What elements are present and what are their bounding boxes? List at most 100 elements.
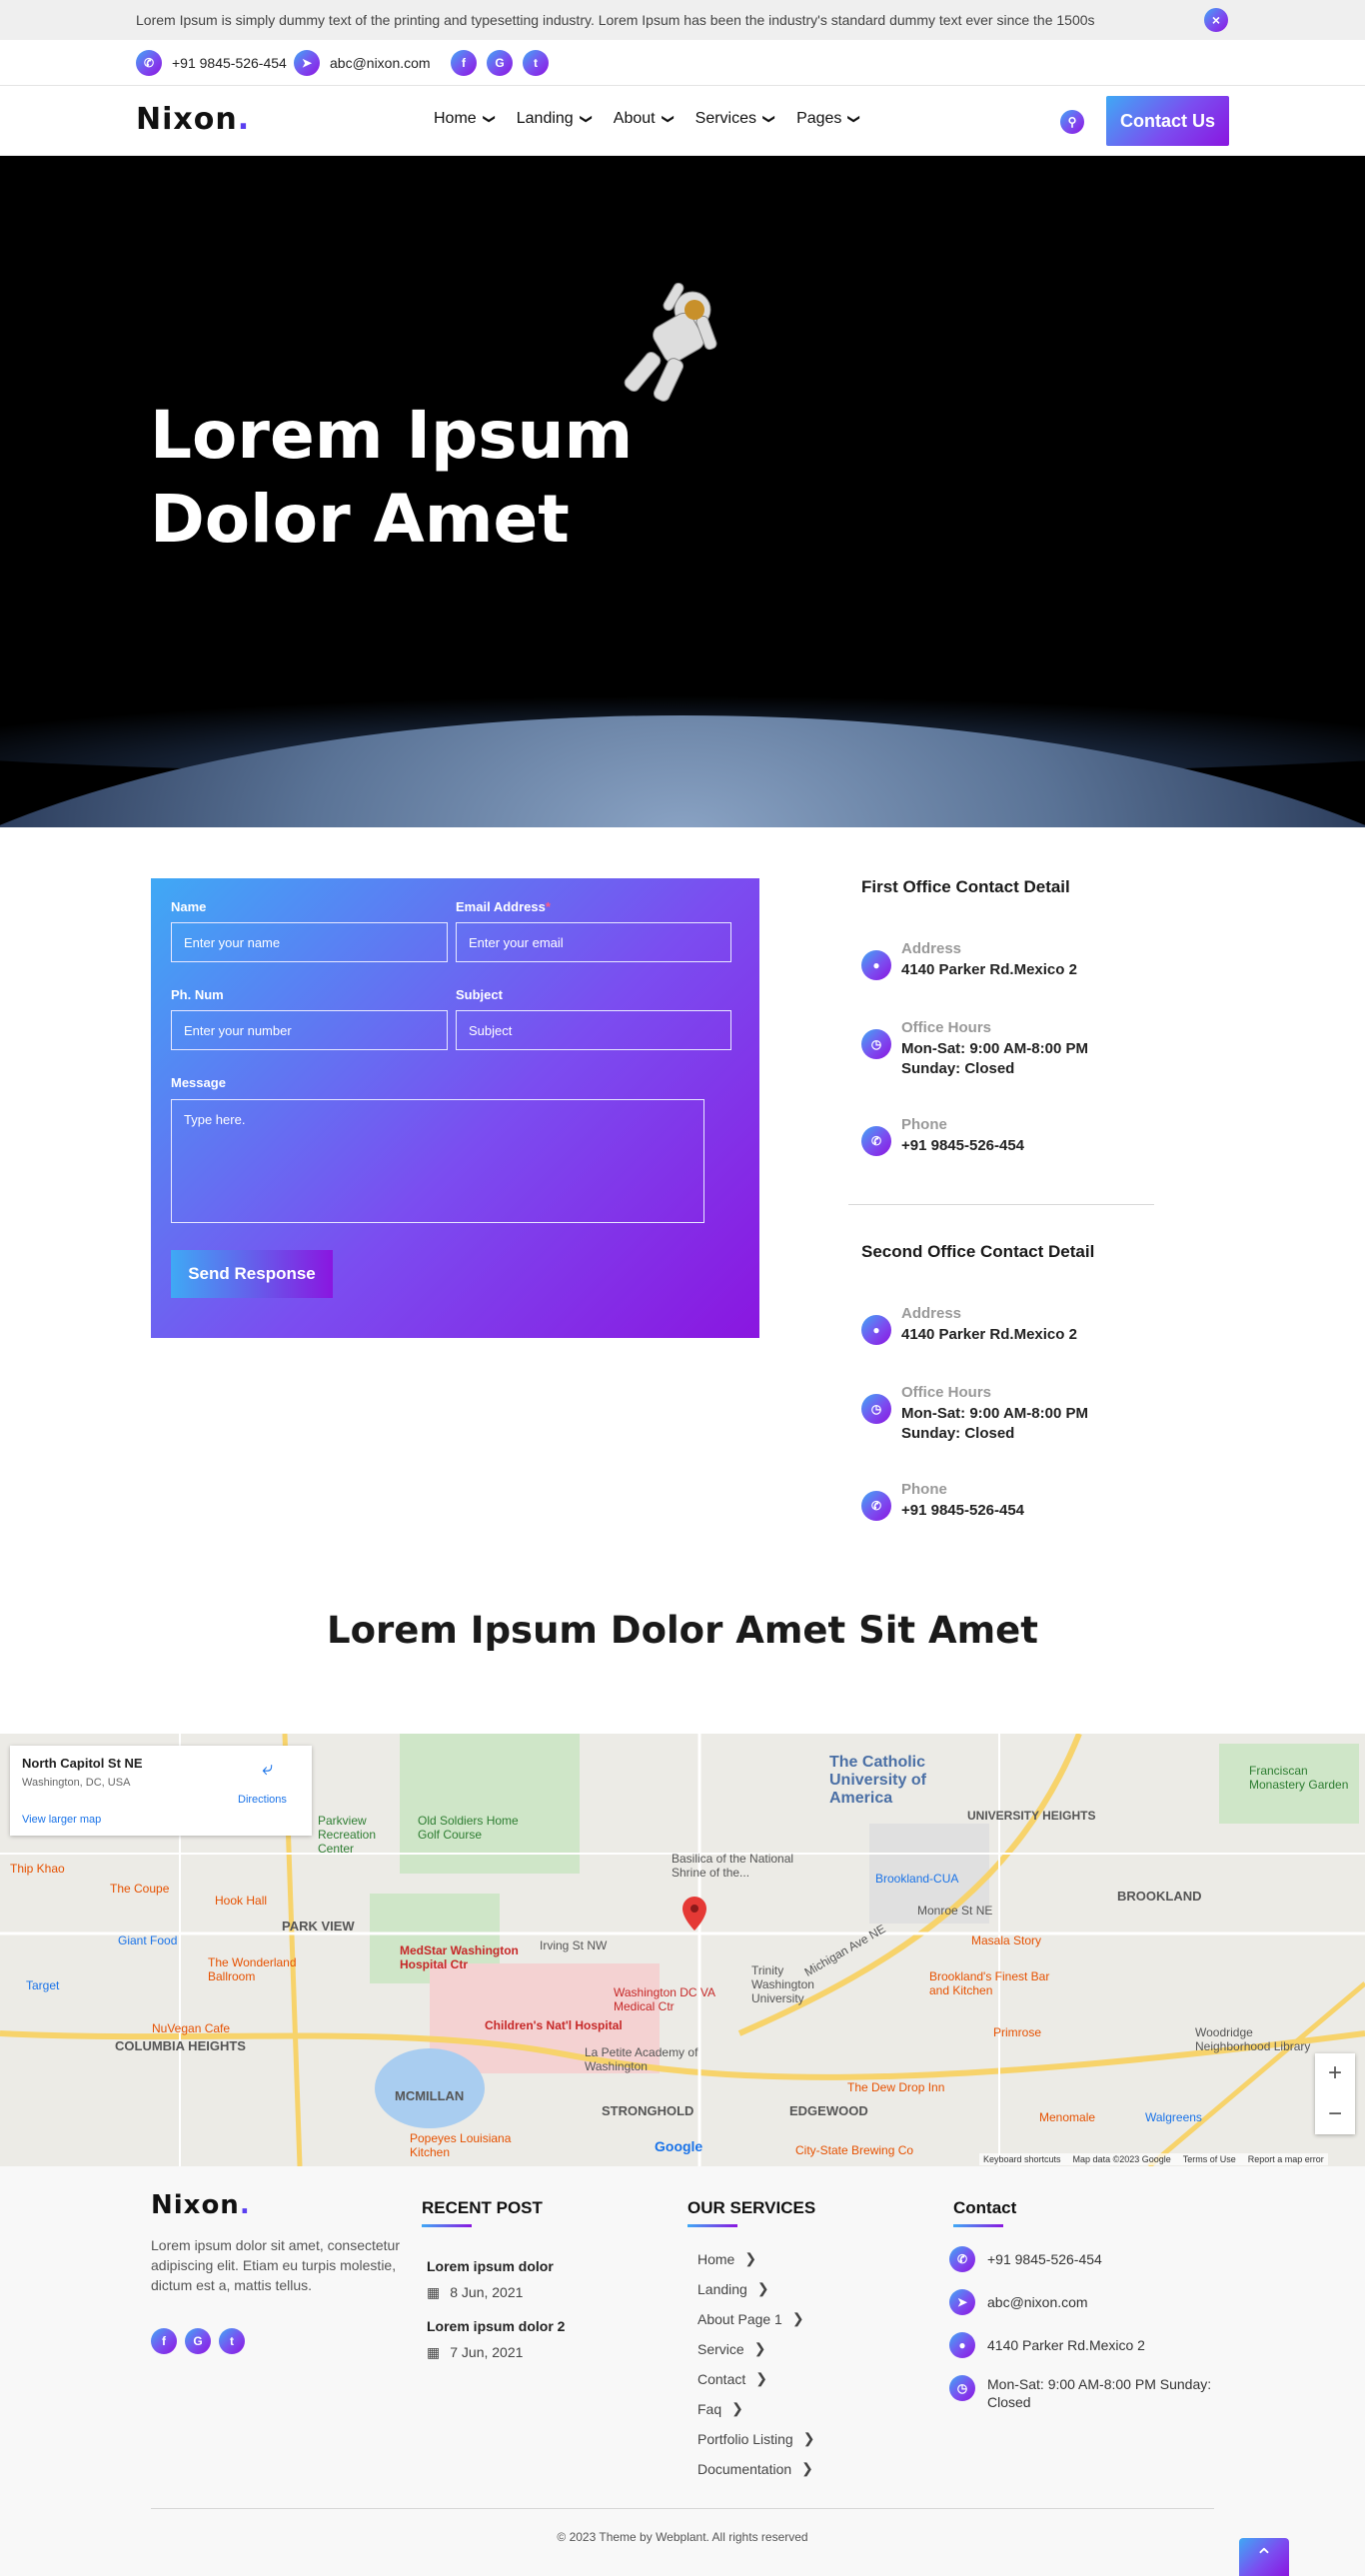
footer-email[interactable]: ➤ abc@nixon.com — [949, 2289, 1088, 2315]
footer-address: ● 4140 Parker Rd.Mexico 2 — [949, 2332, 1145, 2358]
view-larger-map-link[interactable]: View larger map — [22, 1814, 101, 1826]
hero-title: Lorem Ipsum Dolor Amet — [150, 397, 634, 558]
strip-phone[interactable]: ✆ +91 9845-526-454 — [136, 50, 287, 76]
office-hours: ◷ Office Hours Mon-Sat: 9:00 AM-8:00 PM Su… — [861, 1017, 1088, 1079]
nav-item-about[interactable]: About ❯ — [614, 110, 676, 128]
clock-icon: ◷ — [949, 2375, 975, 2401]
contact-heading: Contact — [953, 2198, 1016, 2227]
location-icon: ● — [949, 2332, 975, 2358]
phone-icon: ✆ — [136, 50, 162, 76]
subject-label: Subject — [456, 987, 503, 1002]
message-label: Message — [171, 1075, 226, 1090]
directions-icon[interactable]: ⤶ — [262, 1758, 273, 1781]
location-icon: ● — [861, 1315, 891, 1345]
calendar-icon: ▦ — [427, 2344, 441, 2360]
chevron-up-icon: ⌃ — [1254, 2544, 1274, 2569]
footer-divider — [151, 2508, 1214, 2509]
contact-us-button[interactable]: Contact Us — [1106, 96, 1229, 146]
hero: Lorem Ipsum Dolor Amet — [0, 156, 1365, 827]
announcement-text: Lorem Ipsum is simply dummy text of the … — [136, 12, 1095, 28]
facebook-icon[interactable]: f — [151, 2328, 177, 2354]
office-address: ● Address 4140 Parker Rd.Mexico 2 — [861, 1303, 1077, 1345]
telegram-icon: ➤ — [949, 2289, 975, 2315]
footer-link-documentation[interactable]: Documentation ❯ — [697, 2460, 813, 2477]
google-map[interactable]: North Capitol St NE Washington, DC, USA … — [0, 1734, 1365, 2166]
calendar-icon: ▦ — [427, 2284, 441, 2300]
footer-link-home[interactable]: Home ❯ — [697, 2250, 756, 2267]
close-icon[interactable]: × — [1204, 8, 1228, 32]
google-icon[interactable]: G — [185, 2328, 211, 2354]
copyright: © 2023 Theme by Webplant. All rights res… — [557, 2530, 808, 2544]
strip-email[interactable]: ➤ abc@nixon.com — [294, 50, 431, 76]
our-services-heading: OUR SERVICES — [687, 2198, 815, 2227]
office-title: First Office Contact Detail — [861, 877, 1070, 896]
chevron-right-icon: ❯ — [744, 2250, 757, 2266]
telegram-icon: ➤ — [294, 50, 320, 76]
back-to-top-button[interactable]: ⌃ — [1239, 2538, 1289, 2576]
chevron-down-icon: ❯ — [482, 113, 497, 125]
footer-hours: ◷ Mon-Sat: 9:00 AM-8:00 PM Sunday: Closed — [949, 2375, 1219, 2411]
chevron-right-icon: ❯ — [731, 2400, 743, 2416]
chevron-right-icon: ❯ — [753, 2340, 766, 2356]
footer-social: f G t — [151, 2328, 245, 2354]
nav-item-home[interactable]: Home ❯ — [434, 110, 497, 128]
section-title: Lorem Ipsum Dolor Amet Sit Amet — [327, 1609, 1038, 1652]
map-attribution: Keyboard shortcuts Map data ©2023 Google… — [979, 2153, 1328, 2165]
footer-link-contact[interactable]: Contact ❯ — [697, 2370, 767, 2387]
send-response-button[interactable]: Send Response — [171, 1250, 333, 1298]
chevron-down-icon: ❯ — [847, 113, 862, 125]
strip-social: f G t — [451, 50, 549, 76]
contact-form: Name Enter your name Email Address* Ente… — [151, 878, 759, 1338]
google-logo: Google — [655, 2138, 703, 2154]
chevron-right-icon: ❯ — [801, 2460, 813, 2476]
chevron-down-icon: ❯ — [579, 113, 594, 125]
phone-input[interactable]: Enter your number — [171, 1010, 448, 1050]
nav-item-pages[interactable]: Pages ❯ — [796, 110, 862, 128]
search-icon[interactable]: ⚲ — [1060, 110, 1084, 134]
recent-post-item[interactable]: Lorem ipsum dolor 2 ▦ 7 Jun, 2021 — [427, 2316, 565, 2362]
office-title: Second Office Contact Detail — [861, 1242, 1095, 1261]
clock-icon: ◷ — [861, 1394, 891, 1424]
phone-label: Ph. Num — [171, 987, 224, 1002]
email-label: Email Address* — [456, 899, 551, 914]
footer — [0, 2166, 1365, 2576]
logo[interactable]: Nixon. — [136, 102, 250, 137]
facebook-icon[interactable]: f — [451, 50, 477, 76]
office-address: ● Address 4140 Parker Rd.Mexico 2 — [861, 938, 1077, 980]
footer-logo[interactable]: Nixon. — [151, 2190, 251, 2220]
office-hours: ◷ Office Hours Mon-Sat: 9:00 AM-8:00 PM Su… — [861, 1382, 1088, 1444]
footer-phone[interactable]: ✆ +91 9845-526-454 — [949, 2246, 1102, 2272]
name-label: Name — [171, 899, 207, 914]
nav-item-landing[interactable]: Landing ❯ — [517, 110, 594, 128]
chevron-right-icon: ❯ — [756, 2280, 769, 2296]
footer-link-about[interactable]: About Page 1 ❯ — [697, 2310, 804, 2327]
main-nav: Nixon. Home ❯ Landing ❯ About ❯ Services ❯ P… — [0, 86, 1365, 156]
name-input[interactable]: Enter your name — [171, 922, 448, 962]
contact-strip: ✆ +91 9845-526-454 ➤ abc@nixon.com f G t — [0, 40, 1365, 86]
google-icon[interactable]: G — [487, 50, 513, 76]
nav-item-services[interactable]: Services ❯ — [695, 110, 777, 128]
footer-link-faq[interactable]: Faq ❯ — [697, 2400, 743, 2417]
office-phone: ✆ Phone +91 9845-526-454 — [861, 1114, 1024, 1156]
chevron-right-icon: ❯ — [802, 2430, 815, 2446]
directions-link[interactable]: Directions — [238, 1794, 287, 1806]
message-textarea[interactable]: Type here. — [171, 1099, 704, 1223]
footer-link-service[interactable]: Service ❯ — [697, 2340, 765, 2357]
footer-link-portfolio[interactable]: Portfolio Listing ❯ — [697, 2430, 814, 2447]
footer-about: Lorem ipsum dolor sit amet, consectetur … — [151, 2237, 400, 2293]
chevron-right-icon: ❯ — [791, 2310, 804, 2326]
clock-icon: ◷ — [861, 1029, 891, 1059]
zoom-out-icon[interactable]: − — [1328, 2100, 1342, 2128]
announcement-bar: Lorem Ipsum is simply dummy text of the … — [0, 0, 1365, 40]
twitter-icon[interactable]: t — [523, 50, 549, 76]
recent-post-item[interactable]: Lorem ipsum dolor ▦ 8 Jun, 2021 — [427, 2256, 554, 2302]
footer-link-landing[interactable]: Landing ❯ — [697, 2280, 769, 2297]
phone-icon: ✆ — [861, 1126, 891, 1156]
zoom-in-icon[interactable]: + — [1328, 2059, 1342, 2087]
twitter-icon[interactable]: t — [219, 2328, 245, 2354]
subject-input[interactable]: Subject — [456, 1010, 731, 1050]
chevron-down-icon: ❯ — [762, 113, 777, 125]
chevron-down-icon: ❯ — [661, 113, 676, 125]
map-place-card: North Capitol St NE Washington, DC, USA … — [10, 1746, 312, 1836]
email-input[interactable]: Enter your email — [456, 922, 731, 962]
